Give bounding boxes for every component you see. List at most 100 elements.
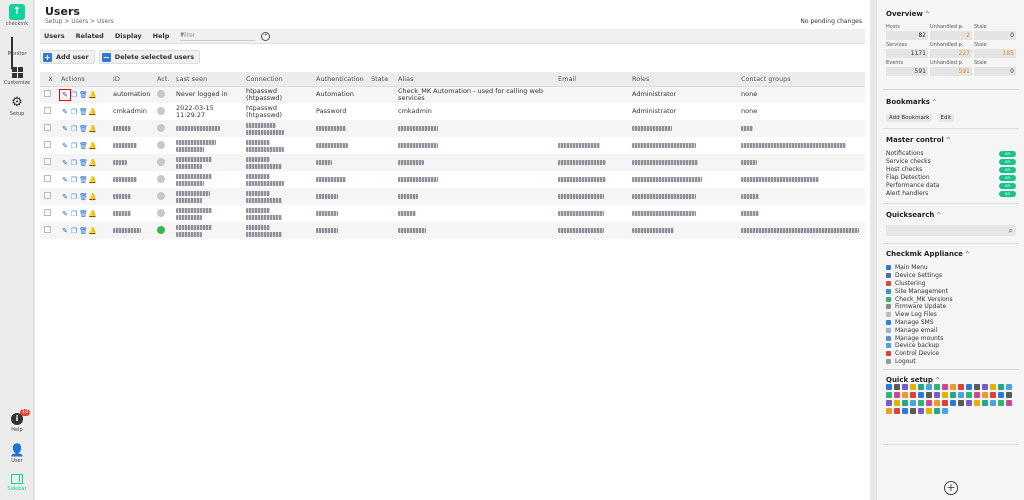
nav-sidebar[interactable]: Sidebar (0, 474, 34, 492)
pending-changes[interactable]: No pending changes (800, 18, 862, 25)
appliance-item[interactable]: Clustering (886, 280, 1016, 288)
notification-bell-icon[interactable]: 🔔 (88, 193, 97, 201)
edit-pencil-icon[interactable]: ✎ (61, 193, 69, 201)
clone-icon[interactable]: ❐ (70, 176, 78, 184)
edit-pencil-icon[interactable]: ✎ (61, 159, 69, 167)
quick-setup-icon[interactable] (974, 384, 980, 390)
row-checkbox[interactable] (44, 209, 51, 216)
row-checkbox[interactable] (44, 158, 51, 165)
header-email[interactable]: Email (554, 72, 628, 87)
row-checkbox[interactable] (44, 141, 51, 148)
quick-setup-icon[interactable] (942, 408, 948, 414)
quick-setup-icon[interactable] (1006, 400, 1012, 406)
quick-setup-icon[interactable] (886, 384, 892, 390)
events-stale-value[interactable]: 0 (974, 67, 1016, 76)
appliance-item[interactable]: Site Management (886, 287, 1016, 295)
toggle-switch[interactable]: on (999, 191, 1016, 197)
quick-setup-icon[interactable] (894, 384, 900, 390)
add-bookmark-button[interactable]: Add Bookmark (886, 114, 933, 122)
appliance-item[interactable]: Main Menu (886, 264, 1016, 272)
appliance-item[interactable]: Manage SMS (886, 319, 1016, 327)
quick-setup-icon[interactable] (982, 384, 988, 390)
delete-trash-icon[interactable]: 🗑 (79, 176, 88, 184)
nav-help[interactable]: i 10 Help (0, 409, 34, 433)
services-unhandled-value[interactable]: 227 (930, 49, 972, 58)
appliance-item[interactable]: Firmware Update (886, 303, 1016, 311)
delete-trash-icon[interactable]: 🗑 (79, 125, 88, 133)
delete-trash-icon[interactable]: 🗑 (79, 142, 88, 150)
toggle-switch[interactable]: on (999, 151, 1016, 157)
quick-setup-icon[interactable] (902, 392, 908, 398)
row-checkbox[interactable] (44, 90, 51, 98)
quick-setup-icon[interactable] (958, 392, 964, 398)
appliance-item[interactable]: Device Settings (886, 272, 1016, 280)
clone-icon[interactable]: ❐ (70, 142, 78, 150)
toggle-switch[interactable]: on (999, 183, 1016, 189)
quick-setup-icon[interactable] (942, 384, 948, 390)
header-select[interactable]: X (40, 72, 57, 87)
delete-trash-icon[interactable]: 🗑 (79, 210, 88, 218)
quick-setup-icon[interactable] (974, 400, 980, 406)
quick-setup-icon[interactable] (1006, 392, 1012, 398)
quick-setup-icon[interactable] (982, 400, 988, 406)
quick-setup-icon[interactable] (950, 400, 956, 406)
quick-setup-icon[interactable] (910, 392, 916, 398)
edit-bookmark-button[interactable]: Edit (937, 114, 955, 122)
quick-setup-icon[interactable] (990, 384, 996, 390)
quick-setup-icon[interactable] (902, 384, 908, 390)
quick-setup-icon[interactable] (894, 400, 900, 406)
row-checkbox[interactable] (44, 175, 51, 182)
clone-icon[interactable]: ❐ (70, 227, 78, 235)
services-value[interactable]: 1171 (886, 49, 928, 58)
appliance-item[interactable]: Control Device (886, 350, 1016, 358)
quick-setup-icon[interactable] (958, 400, 964, 406)
bookmarks-title[interactable]: Bookmarks ^ (886, 98, 937, 106)
toggle-switch[interactable]: on (999, 167, 1016, 173)
nav-user[interactable]: 👤 User (0, 444, 34, 464)
appliance-item[interactable]: Manage mounts (886, 334, 1016, 342)
appliance-title[interactable]: Checkmk Appliance ^ (886, 250, 970, 258)
quick-setup-icon[interactable] (998, 384, 1004, 390)
appliance-item[interactable]: View Log Files (886, 311, 1016, 319)
delete-trash-icon[interactable]: 🗑 (79, 108, 88, 116)
add-user-button[interactable]: + Add user (40, 50, 95, 64)
header-connection[interactable]: Connection (242, 72, 312, 87)
header-roles[interactable]: Roles (628, 72, 737, 87)
notification-bell-icon[interactable]: 🔔 (88, 210, 97, 218)
filter-input[interactable]: Filter ▼ (180, 31, 256, 41)
clone-icon[interactable]: ❐ (70, 125, 78, 133)
quick-setup-icon[interactable] (918, 392, 924, 398)
quicksearch-title[interactable]: Quicksearch ^ (886, 211, 941, 219)
appliance-item[interactable]: Logout (886, 358, 1016, 366)
quick-setup-icon[interactable] (958, 384, 964, 390)
hosts-value[interactable]: 82 (886, 31, 928, 40)
quick-setup-icon[interactable] (886, 400, 892, 406)
quick-setup-icon[interactable] (886, 408, 892, 414)
appliance-item[interactable]: Manage email (886, 326, 1016, 334)
quick-setup-icon[interactable] (934, 384, 940, 390)
quick-setup-icon[interactable] (1006, 384, 1012, 390)
events-unhandled-value[interactable]: 591 (930, 67, 972, 76)
quick-setup-icon[interactable] (918, 384, 924, 390)
quick-setup-icon[interactable] (894, 392, 900, 398)
clone-icon[interactable]: ❐ (70, 91, 78, 99)
quick-setup-icon[interactable] (910, 408, 916, 414)
toggle-switch[interactable]: on (999, 159, 1016, 165)
notification-bell-icon[interactable]: 🔔 (88, 227, 97, 235)
clone-icon[interactable]: ❐ (70, 193, 78, 201)
events-value[interactable]: 591 (886, 67, 928, 76)
overview-title[interactable]: Overview ^ (886, 10, 930, 18)
edit-pencil-icon[interactable]: ✎ (61, 176, 69, 184)
delete-trash-icon[interactable]: 🗑 (79, 159, 88, 167)
quick-setup-icon[interactable] (886, 392, 892, 398)
quick-setup-icon[interactable] (934, 408, 940, 414)
master-control-title[interactable]: Master control ^ (886, 136, 951, 144)
quick-setup-icon[interactable] (982, 392, 988, 398)
quick-setup-icon[interactable] (974, 392, 980, 398)
menu-related[interactable]: Related (76, 32, 104, 40)
quicksearch-input[interactable]: ⌕ (886, 225, 1016, 236)
quick-setup-icon[interactable] (902, 400, 908, 406)
notification-bell-icon[interactable]: 🔔 (88, 142, 97, 150)
quick-setup-icon[interactable] (910, 400, 916, 406)
quick-setup-icon[interactable] (966, 384, 972, 390)
